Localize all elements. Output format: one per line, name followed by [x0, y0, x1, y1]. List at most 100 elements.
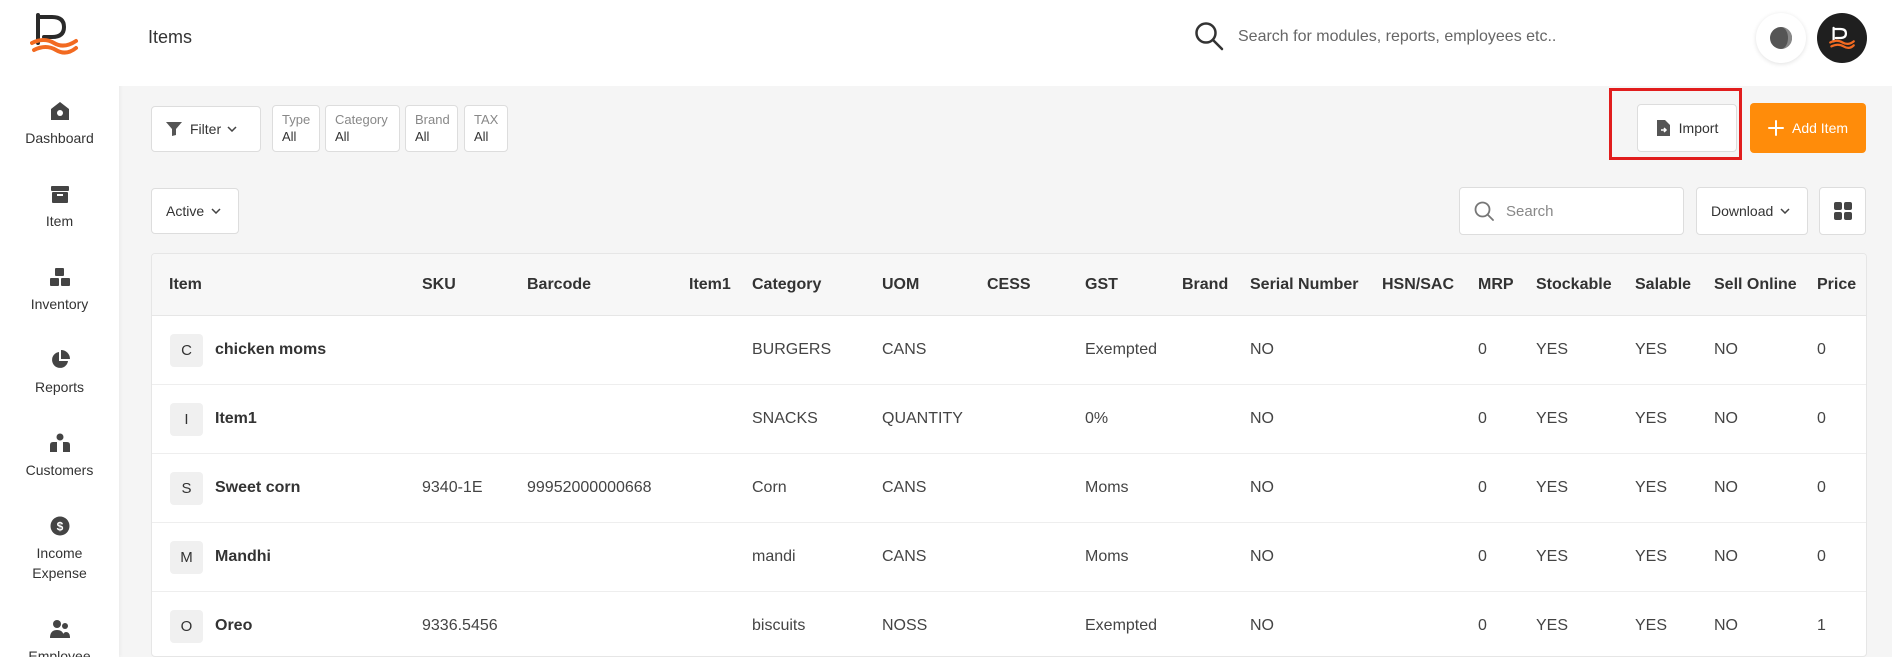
- column-header[interactable]: CESS: [987, 276, 1031, 294]
- global-search-input[interactable]: [1238, 24, 1558, 50]
- theme-toggle-button[interactable]: [1756, 13, 1806, 63]
- cell-category: mandi: [752, 548, 796, 565]
- chevron-down-icon: [227, 126, 237, 132]
- cell-mrp: 0: [1478, 617, 1487, 634]
- grid-view-button[interactable]: [1819, 187, 1866, 235]
- cell-mrp: 0: [1478, 479, 1487, 496]
- cell-salable: YES: [1635, 617, 1668, 634]
- cell-stockable: YES: [1536, 479, 1569, 496]
- cell-category: BURGERS: [752, 341, 832, 358]
- home-icon: [49, 100, 71, 122]
- cell-sell-online: NO: [1714, 479, 1738, 496]
- sidebar-item-label: Dashboard: [25, 130, 94, 146]
- table-row[interactable]: C chicken moms BURGERS CANS Exempted NO …: [152, 316, 1866, 385]
- cell-price: 0: [1817, 410, 1826, 427]
- sidebar: Dashboard Item Inventory Reports Custome…: [0, 0, 119, 657]
- top-header: Items: [119, 0, 1892, 86]
- column-header[interactable]: Serial Number: [1250, 276, 1358, 294]
- cell-category: Corn: [752, 479, 787, 496]
- sidebar-item-label: Employee: [28, 648, 91, 657]
- list-search-input[interactable]: [1506, 202, 1666, 220]
- cell-category: SNACKS: [752, 410, 818, 427]
- filter-button[interactable]: Filter: [151, 106, 261, 152]
- add-item-button[interactable]: Add Item: [1750, 103, 1866, 153]
- chip-label: Type: [282, 112, 311, 127]
- cell-price: 1: [1817, 617, 1826, 634]
- column-header[interactable]: Category: [752, 276, 821, 294]
- item-name[interactable]: Item1: [215, 410, 257, 428]
- item-initial-avatar: C: [170, 334, 203, 367]
- item-name[interactable]: Mandhi: [215, 548, 271, 566]
- app-logo[interactable]: [30, 13, 80, 57]
- tax-filter-chip[interactable]: TAX All: [464, 105, 508, 152]
- item-name[interactable]: Sweet corn: [215, 479, 300, 497]
- item-initial-avatar: I: [170, 403, 203, 436]
- chip-value: All: [415, 129, 430, 144]
- chip-value: All: [282, 129, 297, 144]
- sidebar-item-dashboard[interactable]: Dashboard: [0, 100, 119, 148]
- sidebar-item-label: Item: [45, 213, 74, 229]
- sidebar-item-reports[interactable]: Reports: [0, 349, 119, 397]
- item-name[interactable]: Oreo: [215, 617, 252, 635]
- svg-text:$: $: [56, 520, 63, 534]
- column-header[interactable]: UOM: [882, 276, 919, 294]
- table-header: Item SKU Barcode Item1 Category UOM CESS…: [152, 254, 1866, 316]
- sidebar-item-label: Income Expense: [32, 545, 87, 581]
- column-header[interactable]: Item1: [689, 276, 731, 294]
- sidebar-item-label: Customers: [25, 462, 94, 478]
- table-row[interactable]: I Item1 SNACKS QUANTITY 0% NO 0 YES YES …: [152, 385, 1866, 454]
- column-header[interactable]: Brand: [1182, 276, 1228, 294]
- sidebar-item-income-expense[interactable]: $ Income Expense: [0, 515, 119, 583]
- cell-uom: CANS: [882, 341, 927, 358]
- column-header[interactable]: Salable: [1635, 276, 1691, 294]
- cell-stockable: YES: [1536, 617, 1569, 634]
- add-item-label: Add Item: [1791, 120, 1849, 136]
- status-select[interactable]: Active: [151, 188, 239, 234]
- cell-stockable: YES: [1536, 341, 1569, 358]
- dollar-icon: $: [49, 515, 71, 537]
- cell-gst: Moms: [1085, 548, 1129, 565]
- chip-label: Brand: [415, 112, 450, 127]
- chevron-down-icon: [1780, 208, 1790, 214]
- column-header[interactable]: Sell Online: [1714, 276, 1797, 294]
- list-search[interactable]: [1459, 187, 1684, 235]
- table-row[interactable]: O Oreo 9336.5456 biscuits NOSS Exempted …: [152, 592, 1866, 656]
- column-header[interactable]: HSN/SAC: [1382, 276, 1454, 294]
- sidebar-item-item[interactable]: Item: [0, 183, 119, 231]
- column-header[interactable]: Item: [169, 276, 202, 294]
- column-header[interactable]: Price: [1817, 276, 1856, 294]
- cell-salable: YES: [1635, 341, 1668, 358]
- brand-filter-chip[interactable]: Brand All: [405, 105, 458, 152]
- status-value: Active: [166, 203, 205, 219]
- cell-sell-online: NO: [1714, 548, 1738, 565]
- sidebar-item-inventory[interactable]: Inventory: [0, 266, 119, 314]
- import-button[interactable]: Import: [1637, 104, 1737, 152]
- column-header[interactable]: SKU: [422, 276, 456, 294]
- search-icon: [1474, 201, 1494, 221]
- cell-gst: 0%: [1085, 410, 1109, 427]
- search-icon[interactable]: [1194, 21, 1224, 51]
- sidebar-item-employee[interactable]: Employee: [0, 618, 119, 657]
- column-header[interactable]: GST: [1085, 276, 1118, 294]
- cell-stockable: YES: [1536, 548, 1569, 565]
- cell-uom: QUANTITY: [882, 410, 963, 427]
- cell-gst: Exempted: [1085, 617, 1158, 634]
- type-filter-chip[interactable]: Type All: [272, 105, 320, 152]
- employee-icon: [49, 618, 71, 640]
- download-button[interactable]: Download: [1696, 187, 1808, 235]
- box-icon: [49, 183, 71, 205]
- table-row[interactable]: M Mandhi mandi CANS Moms NO 0 YES YES NO…: [152, 523, 1866, 592]
- chevron-down-icon: [211, 208, 221, 214]
- category-filter-chip[interactable]: Category All: [325, 105, 400, 152]
- column-header[interactable]: MRP: [1478, 276, 1514, 294]
- sidebar-item-customers[interactable]: Customers: [0, 432, 119, 480]
- column-header[interactable]: Barcode: [527, 276, 591, 294]
- cell-price: 0: [1817, 548, 1826, 565]
- boxes-icon: [49, 266, 71, 288]
- user-avatar[interactable]: [1817, 13, 1867, 63]
- column-header[interactable]: Stockable: [1536, 276, 1612, 294]
- cell-uom: CANS: [882, 548, 927, 565]
- item-initial-avatar: M: [170, 541, 203, 574]
- item-name[interactable]: chicken moms: [215, 341, 326, 359]
- table-row[interactable]: S Sweet corn 9340-1E 99952000000668 Corn…: [152, 454, 1866, 523]
